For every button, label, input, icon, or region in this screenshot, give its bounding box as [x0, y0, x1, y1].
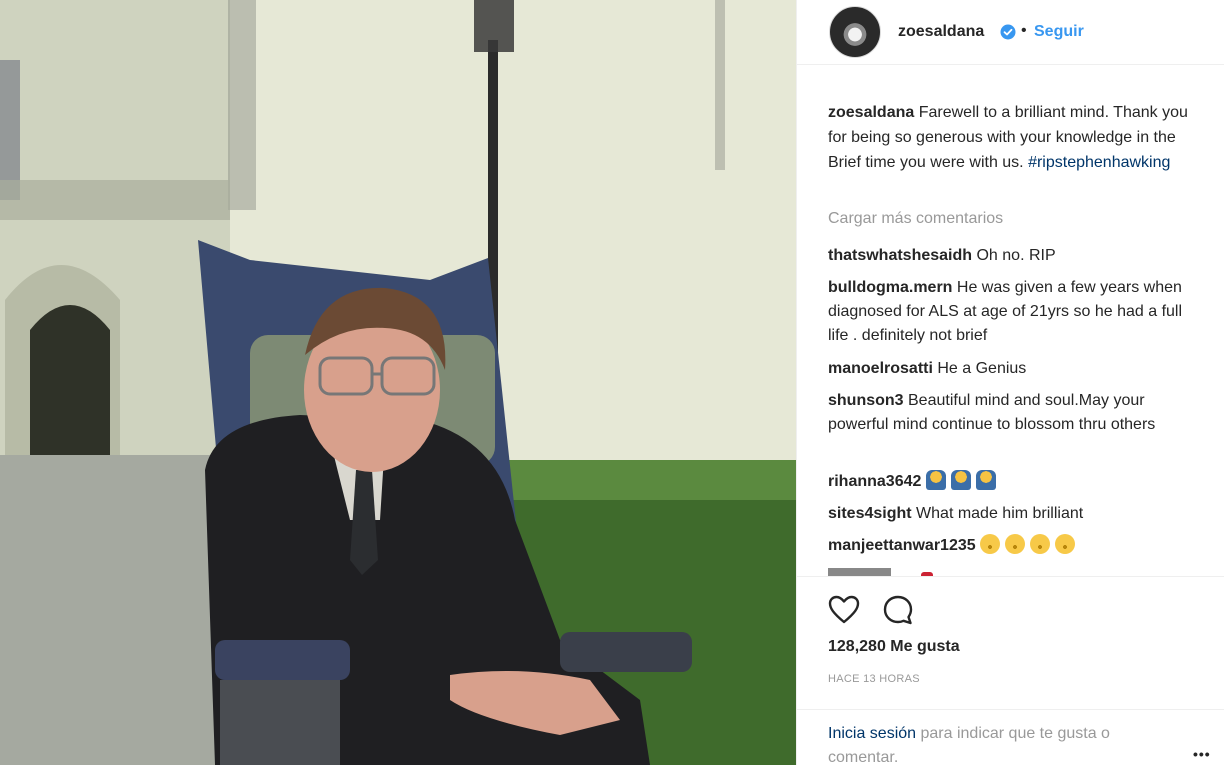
login-link[interactable]: Inicia sesión: [828, 725, 916, 742]
tired-face-emoji-icon: [1005, 534, 1026, 554]
login-prompt: Inicia sesión para indicar que te gusta …: [797, 709, 1224, 767]
like-heart-icon[interactable]: [827, 593, 861, 627]
post-actions: 128,280 Me gusta HACE 13 HORAS Inicia se…: [797, 576, 1224, 766]
username-link[interactable]: zoesaldana: [898, 23, 984, 41]
comments-section[interactable]: zoesaldana Farewell to a brilliant mind.…: [797, 64, 1224, 576]
comment-item: shunson3 Beautiful mind and soul.May you…: [828, 389, 1198, 437]
post-photo: [0, 0, 796, 765]
follow-button[interactable]: Seguir: [1034, 23, 1084, 41]
praying-hands-emoji-icon: [975, 470, 996, 490]
post-side-panel: zoesaldana • Seguir zoesaldana Farewell …: [796, 0, 1224, 766]
likes-count[interactable]: 128,280 Me gusta: [828, 638, 960, 656]
hashtag-link[interactable]: #ripstephenhawking: [1028, 154, 1170, 171]
comment-item: manoelrosatti He a Genius: [828, 357, 1198, 381]
avatar[interactable]: [829, 6, 881, 58]
comment-username-link[interactable]: manoelrosatti: [828, 360, 933, 377]
comment-username-link[interactable]: thatswhatshesaidh: [828, 247, 972, 264]
tired-face-emoji-icon: [1055, 534, 1076, 554]
comment-item: rihanna3642: [828, 470, 1198, 498]
comment-text: What made him brilliant: [911, 505, 1084, 522]
comment-username-link[interactable]: rihanna3642: [828, 473, 921, 490]
praying-hands-emoji-icon: [925, 470, 946, 490]
tired-face-emoji-icon: [1030, 534, 1051, 554]
comment-item: manjeettanwar1235: [828, 534, 1198, 562]
post-caption: zoesaldana Farewell to a brilliant mind.…: [828, 100, 1196, 175]
comment-item: thatswhatshesaidh Oh no. RIP: [828, 244, 1198, 268]
comment-item: sites4sight What made him brilliant: [828, 502, 1198, 526]
comment-item-partial: [828, 568, 948, 576]
tired-face-emoji-icon: [980, 534, 1001, 554]
comment-bubble-icon[interactable]: [881, 593, 915, 627]
comment-text: He a Genius: [932, 360, 1027, 377]
login-prompt-text: Inicia sesión para indicar que te gusta …: [828, 722, 1168, 770]
praying-hands-emoji-icon: [950, 470, 971, 490]
comment-username-link[interactable]: manjeettanwar1235: [828, 537, 976, 554]
verified-badge-icon: [1000, 24, 1016, 40]
post-timestamp[interactable]: HACE 13 HORAS: [828, 673, 920, 685]
load-more-comments-button[interactable]: Cargar más comentarios: [828, 210, 1003, 228]
header-separator: •: [1021, 22, 1027, 39]
more-options-button[interactable]: •••: [1193, 746, 1211, 762]
comment-username-link[interactable]: shunson3: [828, 392, 904, 409]
comment-item: bulldogma.mern He was given a few years …: [828, 276, 1198, 348]
comment-text: Oh no. RIP: [972, 247, 1056, 264]
post-header: zoesaldana • Seguir: [797, 0, 1224, 65]
post-image: [0, 0, 796, 765]
caption-username-link[interactable]: zoesaldana: [828, 104, 914, 121]
comment-username-link[interactable]: bulldogma.mern: [828, 279, 952, 296]
comment-username-link[interactable]: sites4sight: [828, 505, 912, 522]
